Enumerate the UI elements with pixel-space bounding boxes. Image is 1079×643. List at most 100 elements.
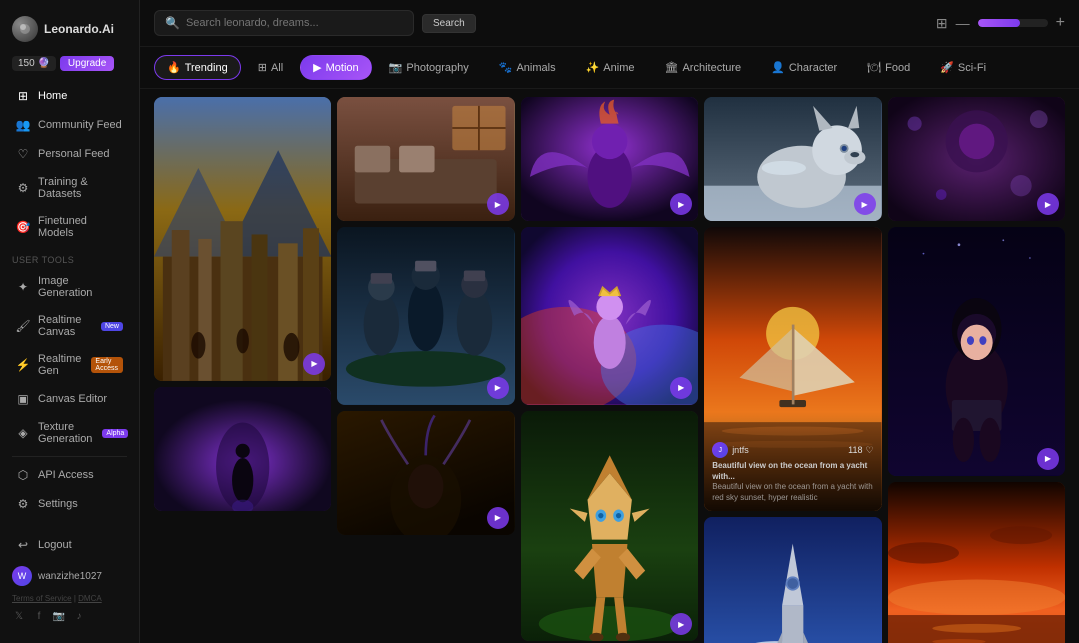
minimize-icon[interactable]: — bbox=[956, 15, 970, 31]
gallery-card[interactable]: ▶ bbox=[521, 411, 698, 642]
play-button[interactable]: ▶ bbox=[1037, 448, 1059, 470]
settings-icon: ⚙ bbox=[16, 497, 30, 511]
sidebar-item-texture[interactable]: ◈ Texture Generation Alpha bbox=[4, 414, 135, 452]
sidebar-item-label: Finetuned Models bbox=[38, 215, 123, 239]
sidebar-bottom: ↩ Logout W wanzizhe1027 Terms of Service… bbox=[0, 524, 139, 633]
upgrade-button[interactable]: Upgrade bbox=[60, 56, 114, 71]
trending-icon: 🔥 bbox=[167, 61, 181, 74]
sidebar-item-settings[interactable]: ⚙ Settings bbox=[4, 490, 135, 518]
anime-icon: ✨ bbox=[586, 61, 600, 74]
logo-icon bbox=[12, 16, 38, 42]
sidebar-item-realtime-canvas[interactable]: 🖌 Realtime Canvas New bbox=[4, 307, 135, 345]
facebook-icon[interactable]: f bbox=[32, 609, 46, 623]
sidebar-item-finetuned[interactable]: 🎯 Finetuned Models bbox=[4, 208, 135, 246]
training-icon: ⚙ bbox=[16, 181, 30, 195]
user-tools-section: User Tools bbox=[0, 247, 139, 267]
all-icon: ⊞ bbox=[258, 61, 267, 74]
credits-row: 150 🔮 Upgrade bbox=[0, 52, 139, 77]
tab-label: Food bbox=[885, 62, 910, 74]
logo[interactable]: Leonardo.Ai bbox=[0, 10, 139, 52]
main-content: 🔍 Search ⊞ — + 🔥 Trending ⊞ All ▶ Motion bbox=[140, 0, 1079, 643]
tab-character[interactable]: 👤 Character bbox=[758, 55, 850, 80]
gallery-card[interactable]: ▶ bbox=[154, 97, 331, 381]
realtime-icon: ⚡ bbox=[16, 358, 30, 372]
tab-anime[interactable]: ✨ Anime bbox=[573, 55, 648, 80]
sidebar-item-image-gen[interactable]: ✦ Image Generation bbox=[4, 268, 135, 306]
card-username: jntfs bbox=[732, 445, 749, 455]
card-image bbox=[154, 97, 331, 381]
grid-icon[interactable]: ⊞ bbox=[936, 15, 948, 32]
play-button[interactable]: ▶ bbox=[487, 193, 509, 215]
tab-animals[interactable]: 🐾 Animals bbox=[486, 55, 569, 80]
search-input[interactable] bbox=[186, 17, 403, 29]
gallery-card[interactable]: ▶ bbox=[337, 411, 514, 535]
canvas-editor-icon: ▣ bbox=[16, 392, 30, 406]
tab-label: Photography bbox=[406, 62, 468, 74]
username: wanzizhe1027 bbox=[38, 571, 102, 582]
gallery-card[interactable]: ▶ bbox=[521, 227, 698, 404]
dmca-link[interactable]: DMCA bbox=[78, 594, 102, 603]
play-button[interactable]: ▶ bbox=[670, 377, 692, 399]
play-button[interactable]: ▶ bbox=[854, 193, 876, 215]
gallery-card[interactable] bbox=[704, 517, 881, 643]
user-profile[interactable]: W wanzizhe1027 bbox=[0, 560, 139, 592]
gallery-card[interactable]: ▶ bbox=[337, 227, 514, 404]
twitter-icon[interactable]: 𝕏 bbox=[12, 609, 26, 623]
new-badge: New bbox=[101, 322, 123, 331]
sidebar-item-personal[interactable]: ♡ Personal Feed bbox=[4, 140, 135, 168]
gallery-card[interactable]: ▶ bbox=[888, 227, 1065, 475]
gallery-card[interactable] bbox=[888, 482, 1065, 643]
filter-tabs: 🔥 Trending ⊞ All ▶ Motion 📷 Photography … bbox=[140, 47, 1079, 89]
card-user-avatar: J bbox=[712, 442, 728, 458]
card-likes: 118 ♡ bbox=[848, 445, 873, 456]
gallery-card[interactable]: ▶ bbox=[521, 97, 698, 221]
gallery-card[interactable]: J jntfs 118 ♡ Beautiful view on the ocea… bbox=[704, 227, 881, 511]
sidebar-item-home[interactable]: ⊞ Home bbox=[4, 82, 135, 110]
instagram-icon[interactable]: 📷 bbox=[52, 609, 66, 623]
photo-icon: 📷 bbox=[389, 61, 403, 74]
tab-all[interactable]: ⊞ All bbox=[245, 55, 296, 80]
personal-icon: ♡ bbox=[16, 147, 30, 161]
credits-amount: 150 🔮 bbox=[12, 56, 56, 71]
plus-icon[interactable]: + bbox=[1056, 14, 1065, 32]
search-bar: 🔍 bbox=[154, 10, 414, 36]
card-image bbox=[521, 227, 698, 404]
tab-photography[interactable]: 📷 Photography bbox=[376, 55, 482, 80]
tab-trending[interactable]: 🔥 Trending bbox=[154, 55, 241, 80]
tiktok-icon[interactable]: ♪ bbox=[72, 609, 86, 623]
sidebar-item-label: Texture Generation bbox=[38, 421, 92, 445]
sidebar-item-api[interactable]: ⬡ API Access bbox=[4, 461, 135, 489]
sidebar-item-label: Realtime Canvas bbox=[38, 314, 91, 338]
play-button[interactable]: ▶ bbox=[487, 507, 509, 529]
progress-bar bbox=[978, 19, 1048, 27]
card-image bbox=[154, 387, 331, 511]
finetuned-icon: 🎯 bbox=[16, 220, 30, 234]
tab-label: Sci-Fi bbox=[958, 62, 986, 74]
image-gen-icon: ✦ bbox=[16, 280, 30, 294]
tab-food[interactable]: 🍽 Food bbox=[854, 55, 923, 80]
tab-label: Motion bbox=[326, 62, 359, 74]
logout-item[interactable]: ↩ Logout bbox=[4, 531, 135, 559]
sidebar-item-label: Canvas Editor bbox=[38, 393, 107, 405]
sidebar-item-community[interactable]: 👥 Community Feed bbox=[4, 111, 135, 139]
tab-label: Architecture bbox=[682, 62, 741, 74]
tab-motion[interactable]: ▶ Motion bbox=[300, 55, 372, 80]
community-icon: 👥 bbox=[16, 118, 30, 132]
sidebar: Leonardo.Ai 150 🔮 Upgrade ⊞ Home 👥 Commu… bbox=[0, 0, 140, 643]
motion-icon: ▶ bbox=[313, 61, 321, 74]
gallery-card[interactable] bbox=[154, 387, 331, 511]
tab-architecture[interactable]: 🏛 Architecture bbox=[651, 55, 754, 80]
sidebar-item-realtime-gen[interactable]: ⚡ Realtime Gen Early Access bbox=[4, 346, 135, 384]
play-button[interactable]: ▶ bbox=[487, 377, 509, 399]
logout-icon: ↩ bbox=[16, 538, 30, 552]
card-info-overlay: J jntfs 118 ♡ Beautiful view on the ocea… bbox=[704, 412, 881, 511]
sidebar-item-canvas-editor[interactable]: ▣ Canvas Editor bbox=[4, 385, 135, 413]
tab-scifi[interactable]: 🚀 Sci-Fi bbox=[927, 55, 999, 80]
search-button[interactable]: Search bbox=[422, 14, 476, 33]
terms-link[interactable]: Terms of Service bbox=[12, 594, 72, 603]
gallery-card[interactable]: ▶ bbox=[704, 97, 881, 221]
gallery-card[interactable]: ▶ bbox=[337, 97, 514, 221]
sidebar-item-training[interactable]: ⚙ Training & Datasets bbox=[4, 169, 135, 207]
gallery-card[interactable]: ▶ bbox=[888, 97, 1065, 221]
play-button[interactable]: ▶ bbox=[1037, 193, 1059, 215]
